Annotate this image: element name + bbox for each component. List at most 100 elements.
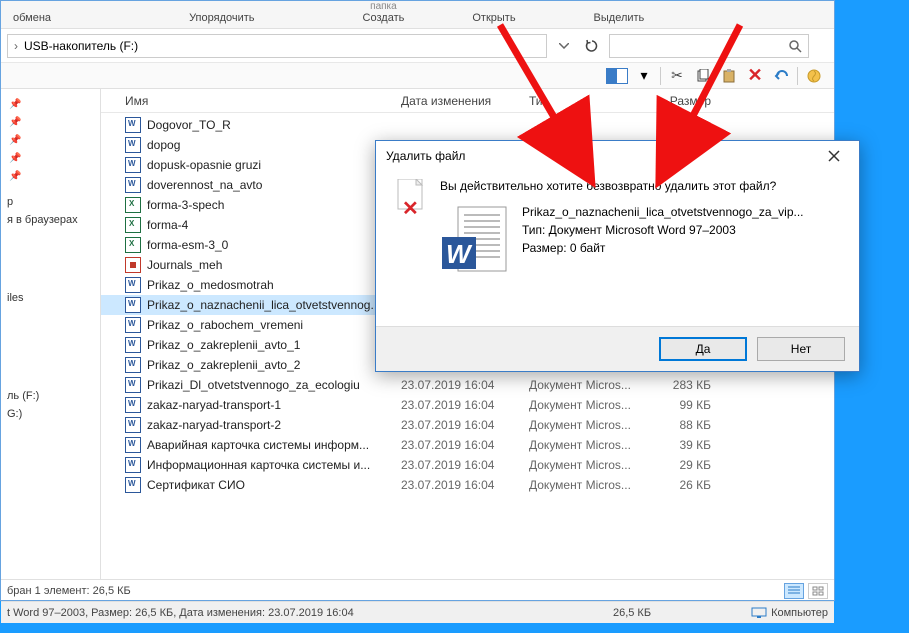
- file-name-label: forma-esm-3_0: [147, 238, 228, 252]
- sidebar-pin-group: 📌: [5, 131, 96, 149]
- pin-icon: 📌: [9, 153, 21, 164]
- paste-icon[interactable]: [719, 66, 739, 86]
- excel-file-icon: [125, 217, 141, 233]
- address-field[interactable]: › USB-накопитель (F:): [7, 34, 547, 58]
- file-name-cell: dopusk-opasnie gruzi: [125, 157, 401, 173]
- delete-document-icon: ✕: [394, 179, 426, 219]
- file-date-cell: 23.07.2019 16:04: [401, 378, 529, 392]
- column-header-type[interactable]: Ти: [529, 94, 641, 108]
- file-name-cell: forma-4: [125, 217, 401, 233]
- word-file-icon: [125, 177, 141, 193]
- extra-icon[interactable]: [804, 66, 824, 86]
- word-file-icon: [125, 377, 141, 393]
- file-column-headers: Имя Дата изменения Ти Размер: [101, 89, 834, 113]
- view-details-button[interactable]: [784, 583, 804, 599]
- file-thumbnail-icon: W: [440, 203, 510, 285]
- file-row[interactable]: Сертификат СИО23.07.2019 16:04Документ M…: [101, 475, 834, 495]
- file-name-cell: forma-3-spech: [125, 197, 401, 213]
- sidebar-item[interactable]: iles: [5, 289, 96, 307]
- column-header-size[interactable]: Размер: [641, 94, 711, 108]
- sidebar-item[interactable]: я в браузерах: [5, 211, 96, 229]
- sidebar-pin-group: 📌: [5, 167, 96, 185]
- file-name-label: dopog: [147, 138, 180, 152]
- dropdown-icon[interactable]: ▾: [634, 66, 654, 86]
- file-name-cell: zakaz-naryad-transport-2: [125, 417, 401, 433]
- file-type-cell: Документ Micros...: [529, 378, 641, 392]
- svg-text:W: W: [446, 239, 473, 269]
- file-row[interactable]: Dogovor_TO_R: [101, 115, 834, 135]
- file-row[interactable]: zakaz-naryad-transport-223.07.2019 16:04…: [101, 415, 834, 435]
- file-name-cell: zakaz-naryad-transport-1: [125, 397, 401, 413]
- dialog-no-button[interactable]: Нет: [757, 337, 845, 361]
- file-row[interactable]: Аварийная карточка системы информ...23.0…: [101, 435, 834, 455]
- computer-icon: [751, 607, 767, 619]
- dialog-question: Вы действительно хотите безвозвратно уда…: [440, 179, 841, 193]
- file-row[interactable]: Prikazi_Dl_otvetstvennogo_za_ecologiu23.…: [101, 375, 834, 395]
- ribbon-select-label: Выделить: [594, 12, 645, 24]
- copy-icon[interactable]: [693, 66, 713, 86]
- file-size-cell: 39 КБ: [641, 438, 711, 452]
- file-name-label: doverennost_na_avto: [147, 178, 262, 192]
- file-row[interactable]: Информационная карточка системы и...23.0…: [101, 455, 834, 475]
- search-box[interactable]: [609, 34, 809, 58]
- file-name-cell: Prikaz_o_medosmotrah: [125, 277, 401, 293]
- file-name-cell: Prikaz_o_zakreplenii_avto_2: [125, 357, 401, 373]
- file-name-cell: Сертификат СИО: [125, 477, 401, 493]
- file-name-label: dopusk-opasnie gruzi: [147, 158, 261, 172]
- details-info: t Word 97–2003, Размер: 26,5 КБ, Дата из…: [7, 607, 354, 619]
- details-bar: t Word 97–2003, Размер: 26,5 КБ, Дата из…: [1, 601, 834, 623]
- word-file-icon: [125, 297, 141, 313]
- ribbon-organize-label: Упорядочить: [189, 12, 254, 24]
- excel-file-icon: [125, 197, 141, 213]
- file-name-label: Journals_meh: [147, 258, 222, 272]
- file-name-cell: forma-esm-3_0: [125, 237, 401, 253]
- file-name-cell: Journals_meh: [125, 257, 401, 273]
- address-path: USB-накопитель (F:): [24, 39, 138, 53]
- pin-icon: 📌: [9, 135, 21, 146]
- word-file-icon: [125, 357, 141, 373]
- dialog-filetype: Тип: Документ Microsoft Word 97–2003: [522, 221, 804, 239]
- dialog-file-info: Prikaz_o_naznachenii_lica_otvetstvennogo…: [522, 203, 804, 257]
- delete-icon[interactable]: ✕: [745, 66, 765, 86]
- details-size: 26,5 КБ: [613, 607, 651, 619]
- search-icon: [788, 39, 802, 53]
- cut-icon[interactable]: ✂: [667, 66, 687, 86]
- file-name-label: zakaz-naryad-transport-2: [147, 418, 281, 432]
- sidebar-pin-group: 📌: [5, 149, 96, 167]
- word-file-icon: [125, 317, 141, 333]
- sidebar-item[interactable]: ль (F:): [5, 387, 96, 405]
- sidebar-pin-group: 📌: [5, 95, 96, 113]
- dialog-title: Удалить файл: [386, 149, 465, 163]
- ribbon-clipboard-label: обмена: [13, 12, 51, 24]
- file-type-cell: Документ Micros...: [529, 398, 641, 412]
- file-type-cell: Документ Micros...: [529, 418, 641, 432]
- file-name-cell: Prikaz_o_rabochem_vremeni: [125, 317, 401, 333]
- sidebar-item[interactable]: p: [5, 193, 96, 211]
- address-dropdown-icon[interactable]: [553, 35, 575, 57]
- view-icons-button[interactable]: [808, 583, 828, 599]
- file-row[interactable]: zakaz-naryad-transport-123.07.2019 16:04…: [101, 395, 834, 415]
- file-name-label: Dogovor_TO_R: [147, 118, 231, 132]
- column-header-name[interactable]: Имя: [125, 94, 401, 108]
- navigation-sidebar: 📌 📌 📌 📌 📌 p я в браузерах iles ль (F:) G…: [1, 89, 101, 579]
- file-name-cell: Аварийная карточка системы информ...: [125, 437, 401, 453]
- column-header-date[interactable]: Дата изменения: [401, 94, 529, 108]
- sidebar-item[interactable]: G:): [5, 405, 96, 423]
- view-toggle-icon[interactable]: [606, 68, 628, 84]
- file-name-label: Prikaz_o_zakreplenii_avto_2: [147, 358, 300, 372]
- file-type-cell: Документ Micros...: [529, 438, 641, 452]
- dialog-yes-button[interactable]: Да: [659, 337, 747, 361]
- dialog-close-button[interactable]: [819, 144, 849, 168]
- refresh-icon[interactable]: [581, 35, 603, 57]
- dialog-filename: Prikaz_o_naznachenii_lica_otvetstvennogo…: [522, 203, 804, 221]
- pdf-file-icon: [125, 257, 141, 273]
- dialog-content: Вы действительно хотите безвозвратно уда…: [440, 179, 841, 285]
- toolbar-divider: [797, 67, 798, 85]
- word-file-icon: [125, 277, 141, 293]
- file-name-cell: Dogovor_TO_R: [125, 117, 401, 133]
- breadcrumb-caret-icon: ›: [14, 39, 18, 53]
- word-file-icon: [125, 337, 141, 353]
- undo-icon[interactable]: [771, 66, 791, 86]
- file-name-label: Сертификат СИО: [147, 478, 245, 492]
- file-name-cell: Prikaz_o_naznachenii_lica_otvetstvennog.…: [125, 297, 401, 313]
